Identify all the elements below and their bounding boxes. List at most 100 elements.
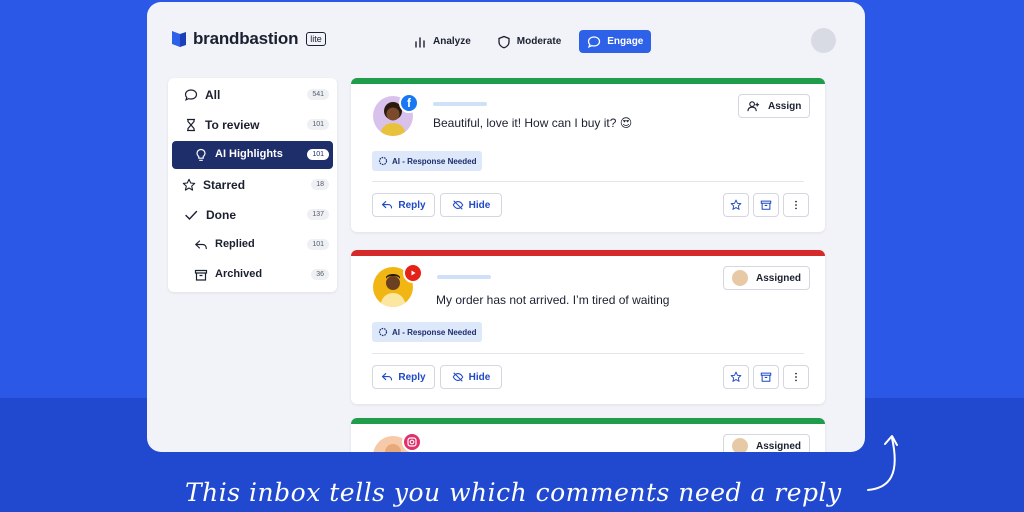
reply-icon [194, 240, 207, 250]
sidebar-item-all[interactable]: All 541 [172, 81, 333, 109]
count-badge: 541 [307, 89, 329, 100]
archive-icon [760, 372, 772, 382]
sidebar-item-done[interactable]: Done 137 [172, 201, 333, 229]
facebook-icon: f [399, 93, 419, 113]
comment-text: Beautiful, love it! How can I buy it? 😍 [433, 116, 633, 130]
assigned-button[interactable]: Assigned [723, 434, 811, 452]
marketing-caption: This inbox tells you which comments need… [185, 478, 842, 507]
curved-arrow-icon [867, 435, 898, 491]
comment-card: My order has not arrived. I’m tired of w… [351, 250, 825, 404]
star-icon [730, 371, 742, 382]
count-badge: 18 [311, 179, 329, 190]
hourglass-icon [187, 118, 195, 132]
hide-button[interactable]: Hide [440, 193, 502, 217]
author-placeholder [433, 102, 487, 106]
archive-button[interactable] [753, 365, 779, 389]
user-avatar[interactable] [811, 28, 836, 53]
sidebar-item-archived[interactable]: Archived 36 [172, 261, 333, 289]
card-divider [372, 181, 804, 182]
instagram-icon [402, 432, 422, 452]
nav-moderate-label: Moderate [516, 36, 562, 47]
author-placeholder [437, 275, 491, 279]
count-badge: 101 [307, 149, 329, 160]
comment-card: f Beautiful, love it! How can I buy it? … [351, 78, 825, 232]
brandbastion-logo-icon [172, 31, 186, 47]
star-icon [730, 199, 742, 210]
hide-label: Hide [468, 199, 491, 211]
brand-logo[interactable]: brandbastion lite [171, 29, 326, 49]
assigned-button[interactable]: Assigned [723, 266, 811, 290]
comment-text: My order has not arrived. I’m tired of w… [436, 293, 670, 307]
status-bar [351, 78, 825, 84]
app-window: brandbastion lite Analyze Moderate Engag… [147, 2, 865, 452]
assignee-avatar [732, 270, 748, 286]
lightbulb-icon [196, 148, 206, 161]
sidebar-item-ai-highlights[interactable]: AI Highlights 101 [172, 141, 333, 169]
ai-sparkle-icon [378, 156, 388, 166]
top-nav: Analyze Moderate Engage [405, 30, 652, 53]
ai-tag-label: AI - Response Needed [392, 156, 477, 166]
reply-label: Reply [398, 199, 426, 211]
assigned-label: Assigned [756, 272, 802, 284]
sidebar-item-replied[interactable]: Replied 101 [172, 231, 333, 259]
reply-button[interactable]: Reply [372, 193, 435, 217]
nav-analyze[interactable]: Analyze [405, 30, 479, 53]
reply-button[interactable]: Reply [372, 365, 435, 389]
hide-label: Hide [468, 371, 491, 383]
eye-off-icon [452, 372, 463, 382]
status-bar [351, 250, 825, 256]
check-icon [185, 210, 198, 221]
chat-bubble-icon [588, 35, 601, 48]
more-vertical-icon [795, 200, 797, 210]
star-button[interactable] [723, 193, 749, 217]
status-bar [351, 418, 825, 424]
sidebar-item-starred[interactable]: Starred 18 [172, 171, 333, 199]
assign-label: Assign [768, 100, 802, 112]
archive-icon [760, 200, 772, 210]
assigned-label: Assigned [756, 440, 802, 452]
chat-bubble-icon [184, 89, 198, 101]
ai-tag[interactable]: AI - Response Needed [372, 151, 483, 171]
inbox-sidebar: All 541 To review 101 AI Highlights 101 … [168, 78, 337, 292]
assignee-avatar [732, 438, 748, 452]
assign-button[interactable]: Assign [738, 94, 811, 118]
more-button[interactable] [783, 365, 809, 389]
count-badge: 36 [311, 269, 329, 280]
star-button[interactable] [723, 365, 749, 389]
archive-button[interactable] [753, 193, 779, 217]
eye-off-icon [452, 200, 463, 210]
sidebar-item-label: All [205, 88, 221, 102]
reply-label: Reply [398, 371, 426, 383]
hide-button[interactable]: Hide [440, 365, 502, 389]
brand-name: brandbastion [193, 29, 299, 48]
ai-tag[interactable]: AI - Response Needed [372, 322, 483, 342]
sidebar-item-label: Replied [215, 238, 255, 250]
sidebar-item-label: Archived [215, 268, 263, 280]
nav-analyze-label: Analyze [433, 36, 471, 47]
plan-badge: lite [306, 32, 326, 46]
sidebar-item-label: Done [206, 208, 236, 222]
reply-icon [382, 373, 393, 381]
reply-icon [382, 201, 393, 209]
count-badge: 101 [307, 239, 329, 250]
ai-sparkle-icon [378, 327, 388, 337]
add-user-icon [747, 100, 760, 111]
nav-engage-label: Engage [607, 36, 644, 47]
nav-moderate[interactable]: Moderate [489, 30, 569, 53]
more-vertical-icon [795, 372, 797, 382]
shield-icon [498, 35, 510, 48]
archive-icon [194, 269, 208, 281]
nav-engage[interactable]: Engage [579, 30, 652, 53]
count-badge: 101 [307, 119, 329, 130]
youtube-icon [403, 263, 423, 283]
ai-tag-label: AI - Response Needed [392, 327, 477, 337]
more-button[interactable] [783, 193, 809, 217]
sidebar-item-to-review[interactable]: To review 101 [172, 111, 333, 139]
sidebar-item-label: Starred [203, 178, 246, 192]
card-divider [372, 353, 804, 354]
star-icon [182, 178, 196, 191]
comment-card: Assigned [351, 418, 825, 452]
count-badge: 137 [307, 209, 329, 220]
sidebar-item-label: AI Highlights [215, 148, 283, 160]
sidebar-item-label: To review [205, 118, 260, 132]
